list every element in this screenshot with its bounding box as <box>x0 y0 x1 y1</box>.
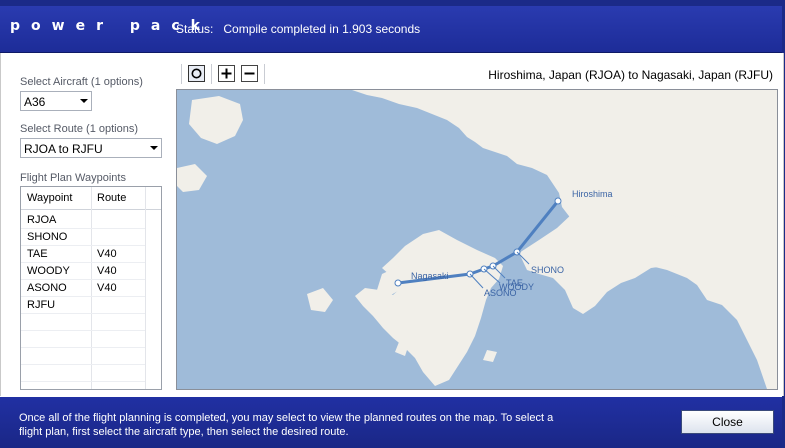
footer-message: Once all of the flight planning is compl… <box>19 412 554 438</box>
table-row[interactable]: RJFU <box>21 296 145 314</box>
table-row[interactable]: ASONO V40 <box>21 279 145 297</box>
footer-bar: Once all of the flight planning is compl… <box>0 397 782 448</box>
app-header: power pack Status: Compile completed in 1… <box>0 6 785 53</box>
waypoint-cell: ASONO <box>27 282 67 294</box>
route-cell: V40 <box>97 248 117 260</box>
map-title: Hiroshima, Japan (RJOA) to Nagasaki, Jap… <box>488 68 773 82</box>
aircraft-label: Select Aircraft (1 options) <box>20 76 143 88</box>
table-row[interactable] <box>21 330 145 348</box>
land-island-nw2 <box>177 164 207 192</box>
zoom-reset-button[interactable] <box>188 65 205 82</box>
waypoint-cell: RJFU <box>27 299 56 311</box>
waypoints-table[interactable]: Waypoint Route RJOA SHONO TAE V40 WOODY V4… <box>20 186 162 390</box>
map-label-hiroshima: Hiroshima <box>572 189 613 199</box>
zoom-out-icon <box>244 72 255 75</box>
route-cell: V40 <box>97 282 117 294</box>
route-cell: V40 <box>97 265 117 277</box>
table-row[interactable] <box>21 347 145 365</box>
waypoint-cell: WOODY <box>27 265 70 277</box>
column-header-route[interactable]: Route <box>97 192 126 204</box>
land-island-sw <box>395 342 409 356</box>
waypoint-marker-rjoa <box>554 197 562 205</box>
route-select[interactable]: RJOA to RJFU <box>20 138 162 158</box>
waypoint-cell: SHONO <box>27 231 68 243</box>
map-canvas: Hiroshima Nagasaki SHONO TAE WOODY ASONO <box>177 90 777 389</box>
route-select-value: RJOA to RJFU <box>24 142 103 156</box>
aircraft-select[interactable]: A36 <box>20 91 92 111</box>
toolbar-separator <box>264 64 265 84</box>
toolbar-grip <box>181 64 182 84</box>
map-label-nagasaki: Nagasaki <box>411 271 449 281</box>
waypoint-cell: RJOA <box>27 214 57 226</box>
zoom-in-icon <box>221 68 232 79</box>
chevron-down-icon <box>150 146 158 150</box>
land-island-nw <box>189 96 243 144</box>
table-row[interactable]: RJOA <box>21 211 145 229</box>
zoom-in-button[interactable] <box>218 65 235 82</box>
route-label: Select Route (1 options) <box>20 123 139 135</box>
table-row[interactable]: SHONO <box>21 228 145 246</box>
waypoint-cell: TAE <box>27 248 48 260</box>
table-row[interactable]: WOODY V40 <box>21 262 145 280</box>
waypoints-label: Flight Plan Waypoints <box>20 172 126 184</box>
toolbar-separator <box>211 64 212 84</box>
land-kyushu <box>355 230 503 386</box>
land-island-se <box>483 350 497 362</box>
land-island-w <box>307 288 333 312</box>
table-row[interactable] <box>21 313 145 331</box>
zoom-reset-icon <box>191 68 202 79</box>
chevron-down-icon <box>80 99 88 103</box>
close-button[interactable]: Close <box>681 410 774 434</box>
column-divider <box>145 187 146 389</box>
status-value: Compile completed in 1.903 seconds <box>223 22 421 36</box>
map-label-shono: SHONO <box>531 265 564 275</box>
column-header-waypoint[interactable]: Waypoint <box>27 192 72 204</box>
status-label: Status: <box>176 22 214 36</box>
route-map[interactable]: Hiroshima Nagasaki SHONO TAE WOODY ASONO <box>176 89 778 390</box>
zoom-out-button[interactable] <box>241 65 258 82</box>
map-label-asono: ASONO <box>484 288 517 298</box>
aircraft-select-value: A36 <box>24 95 46 109</box>
status-area: Status: Compile completed in 1.903 second… <box>176 22 420 36</box>
waypoint-marker-rjfu <box>394 279 402 287</box>
table-row[interactable]: TAE V40 <box>21 245 145 263</box>
table-row[interactable] <box>21 364 145 382</box>
